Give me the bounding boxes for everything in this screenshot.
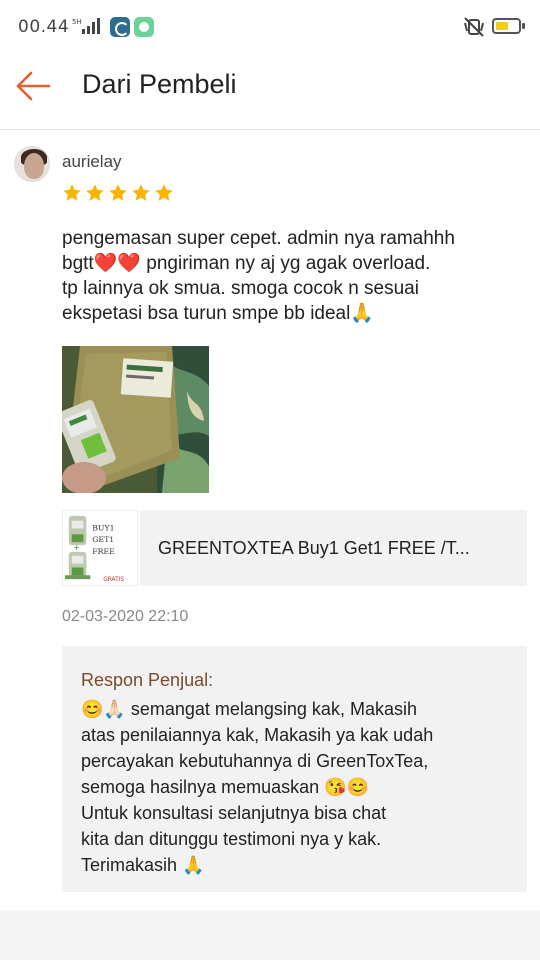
product-thumbnail: + BUY1 GET1 FREE GRATIS (62, 510, 138, 586)
thumb-text-free: FREE (92, 547, 115, 556)
star-icon (86, 184, 104, 201)
product-info[interactable]: GREENTOXTEA Buy1 Get1 FREE /T... (140, 510, 527, 586)
star-icon (109, 184, 127, 201)
product-link[interactable]: + BUY1 GET1 FREE GRATIS GREENTOXTEA Buy1… (62, 510, 527, 586)
reviewer-username: aurielay (62, 152, 122, 171)
seller-response-text: 😊🙏🏻 semangat melangsing kak, Makasih ata… (81, 699, 434, 875)
signal-icon: 5H (72, 18, 100, 34)
review-date: 02-03-2020 22:10 (62, 608, 189, 625)
thumb-text-buy: BUY1 (92, 523, 114, 532)
review-photo[interactable] (62, 346, 209, 493)
thumb-text-get: GET1 (92, 535, 114, 544)
battery-icon (492, 18, 525, 34)
avatar-face (24, 153, 44, 179)
rating-stars (62, 183, 174, 203)
seller-response-label: Respon Penjual: (81, 670, 214, 690)
app-icon (134, 17, 154, 37)
star-icon (132, 184, 150, 201)
battery-level (496, 22, 508, 30)
star-icon (155, 184, 173, 201)
back-arrow-icon[interactable] (14, 70, 52, 102)
star-icon (63, 184, 81, 201)
page-title: Dari Pembeli (82, 69, 237, 99)
mute-icon (464, 17, 484, 37)
svg-text:+: + (73, 543, 80, 552)
status-time: 00.44 (18, 17, 70, 37)
app-icon (110, 17, 130, 37)
avatar[interactable] (14, 146, 50, 182)
review-text: pengemasan super cepet. admin nya ramahh… (62, 228, 455, 324)
review-detail-page: 00.44 5H Dari Pembeli aurielay pengemasa… (0, 0, 540, 960)
svg-text:5H: 5H (72, 18, 82, 26)
app-header: Dari Pembeli (0, 56, 540, 130)
status-bar: 00.44 5H (0, 0, 540, 56)
thumb-text-gratis: GRATIS (103, 577, 124, 583)
product-name: GREENTOXTEA Buy1 Get1 FREE /T... (158, 538, 470, 558)
seller-response: Respon Penjual: 😊🙏🏻 semangat melangsing … (62, 646, 527, 892)
